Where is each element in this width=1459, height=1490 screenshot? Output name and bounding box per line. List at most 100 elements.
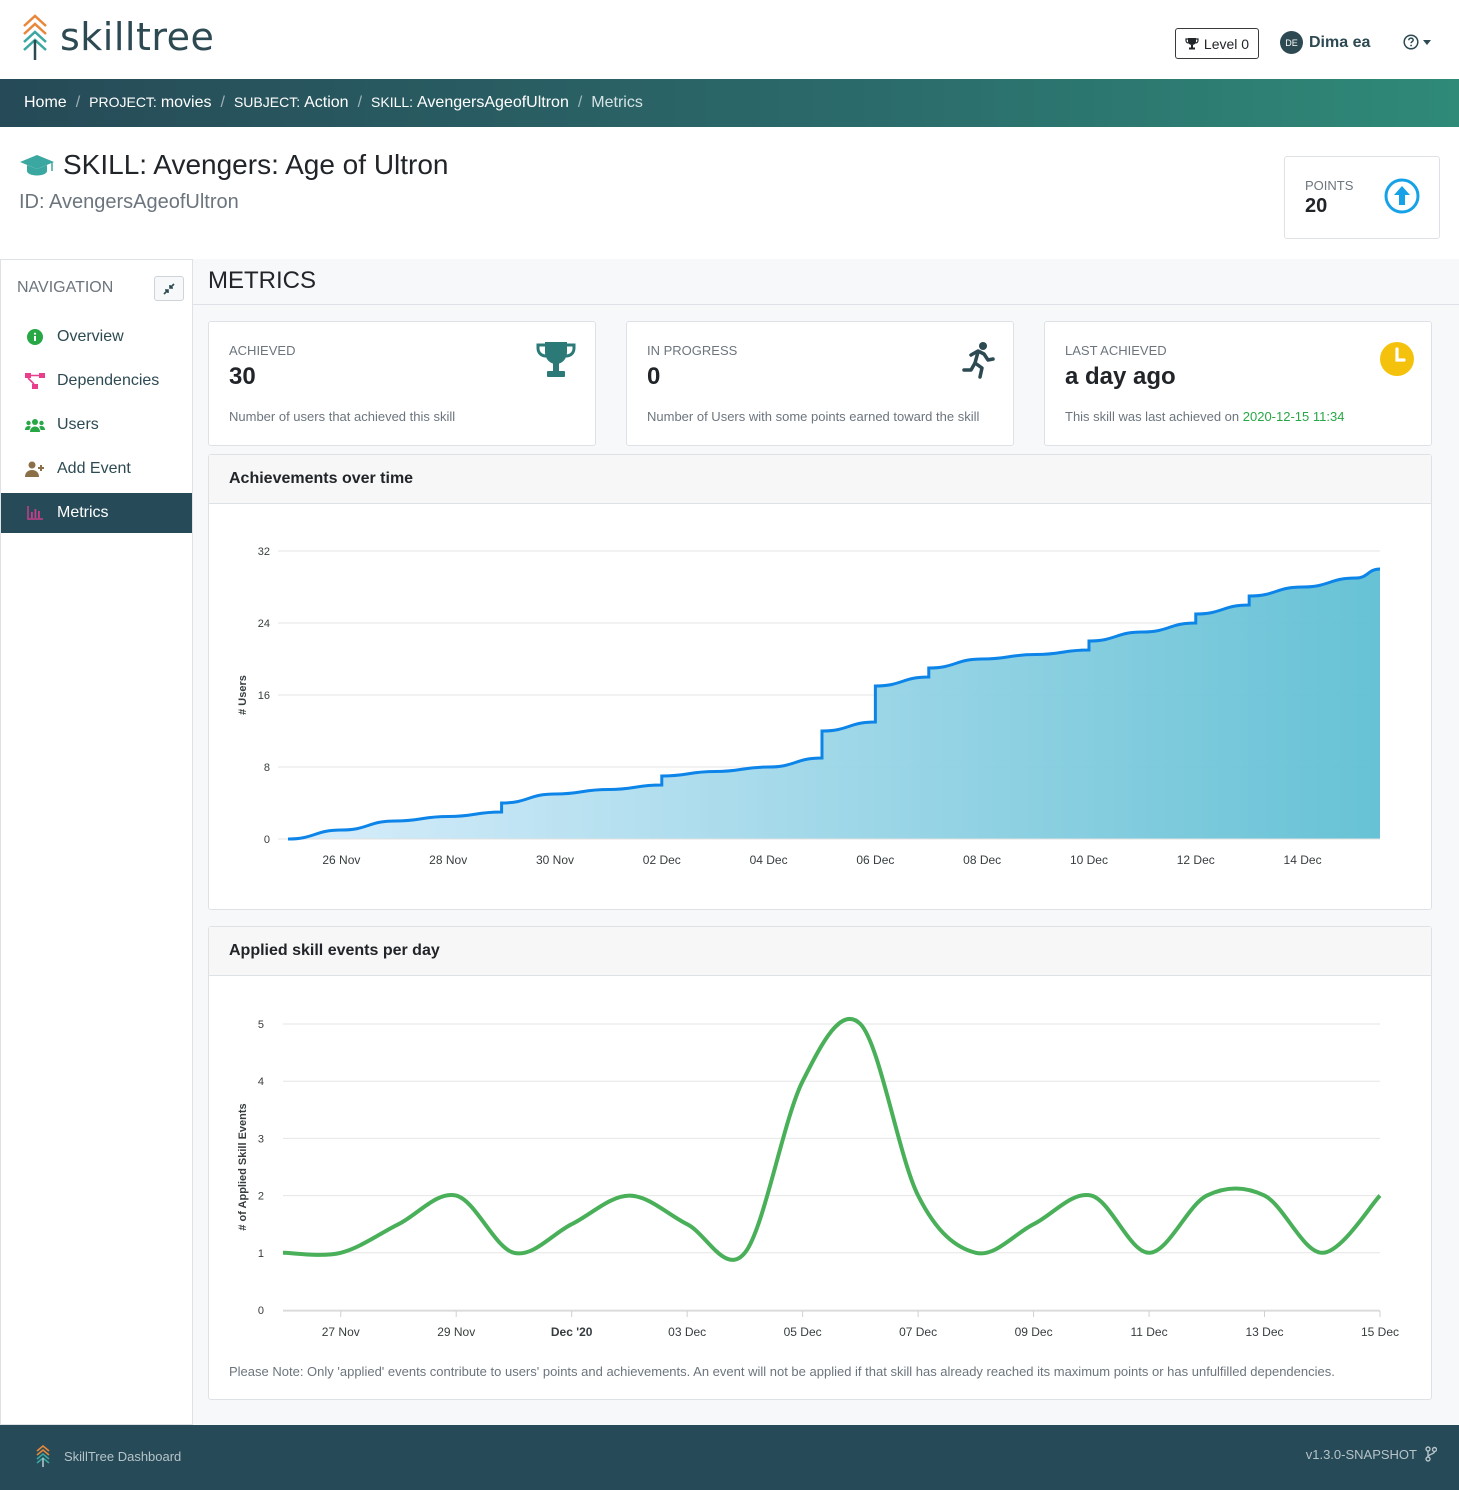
breadcrumb-separator: / [357,94,363,111]
x-tick-label: 14 Dec [1284,853,1322,867]
nav-item-users[interactable]: Users [1,405,192,445]
skilltree-logo[interactable]: skilltree [22,14,214,60]
points-label: Points [1305,178,1354,193]
y-tick-label: 2 [258,1191,264,1203]
achievements-chart: 0 8 16 24 32 # Users 26 Nov 28 Nov 30 Nov 02 Dec 0… [237,546,1381,867]
y-tick-label: 8 [264,762,270,774]
x-tick-label: 10 Dec [1070,853,1108,867]
clock-icon [1380,342,1414,376]
nav-item-dependencies[interactable]: Dependencies [1,361,192,401]
x-tick-label: 11 Dec [1130,1325,1167,1339]
area-fill [288,569,1380,839]
divider [193,304,1459,305]
y-tick-label: 4 [258,1076,264,1088]
skill-id: ID: AvengersAgeofUltron [19,191,239,213]
nav-title: Navigation [17,279,114,296]
events-chart: 0 1 2 3 4 5 # of Applied Skill Events 27 Nov 29 … [237,1016,1399,1339]
x-tick-label: 29 Nov [437,1325,475,1339]
footer: SkillTree Dashboard v1.3.0-SNAPSHOT [0,1425,1459,1490]
version-label: v1.3.0-SNAPSHOT [1305,1446,1417,1462]
events-chart-card: Applied skill events per day 0 1 2 3 4 5 # of … [208,926,1432,1400]
y-tick-label: 16 [258,690,270,702]
breadcrumb-separator: / [577,94,583,111]
level-label: Level 0 [1203,35,1250,52]
nav-item-label: Overview [57,328,124,345]
arrow-circle-up-icon [1384,178,1420,214]
x-tick-label: 26 Nov [322,853,360,867]
x-tick-label: 28 Nov [429,853,467,867]
level-button[interactable]: Level 0 [1175,28,1259,59]
skilltree-logo-icon [36,1445,50,1467]
y-tick-label: 5 [258,1019,264,1031]
question-circle-icon [1403,34,1419,50]
section-title: Metrics [208,267,316,294]
y-tick-label: 32 [258,546,270,558]
page-title: SKILL: Avengers: Age of Ultron [19,149,449,181]
side-navigation: Navigation Overview Dependencies Users A… [0,259,193,1425]
help-menu-button[interactable] [1403,34,1431,50]
achievements-chart-title: Achievements over time [209,455,1431,504]
y-tick-label: 0 [258,1305,264,1317]
x-tick-label: 04 Dec [750,853,788,867]
user-menu[interactable]: DE Dima ea [1280,31,1370,54]
chart-note: Please Note: Only 'applied' events contr… [229,1364,1335,1379]
in-progress-value: 0 [647,363,661,390]
graduation-cap-icon [20,155,54,176]
achievements-chart-card: Achievements over time 0 8 16 24 32 # Users 26… [208,454,1432,910]
x-tick-label: Dec '20 [551,1325,593,1339]
x-tick-label: 09 Dec [1015,1325,1053,1339]
avatar: DE [1280,31,1303,54]
x-tick-label: 02 Dec [643,853,681,867]
nav-item-label: Add Event [57,460,131,477]
last-achieved-description: This skill was last achieved on 2020-12-… [1065,409,1344,424]
collapse-nav-button[interactable] [154,276,184,301]
compress-icon [163,282,175,295]
breadcrumb-skill[interactable]: Skill: AvengersAgeofUltron [371,94,569,112]
breadcrumb-separator: / [220,94,225,111]
x-tick-label: 05 Dec [784,1325,822,1339]
breadcrumb-project-name: movies [160,94,212,111]
nav-item-add-event[interactable]: Add Event [1,449,192,489]
achieved-description: Number of users that achieved this skill [229,409,456,424]
x-tick-label: 27 Nov [322,1325,360,1339]
breadcrumb-home[interactable]: Home [24,94,67,112]
last-achieved-description-prefix: This skill was last achieved on [1065,409,1243,424]
breadcrumb-subject-prefix: Subject: [233,94,301,110]
breadcrumb-skill-prefix: Skill: [371,94,414,110]
points-card: Points 20 [1284,156,1440,239]
points-value: 20 [1305,195,1328,217]
x-tick-label: 15 Dec [1361,1325,1399,1339]
last-achieved-date: 2020-12-15 11:34 [1242,409,1345,424]
nav-item-metrics[interactable]: Metrics [1,493,192,533]
trophy-icon [536,342,576,377]
in-progress-description: Number of Users with some points earned … [647,409,980,424]
caret-down-icon [1423,39,1431,45]
breadcrumb-current: Metrics [591,94,643,111]
y-tick-label: 1 [258,1248,264,1260]
x-tick-label: 13 Dec [1246,1325,1284,1339]
nav-item-overview[interactable]: Overview [1,317,192,357]
x-tick-label: 30 Nov [536,853,574,867]
info-circle-icon [25,329,45,345]
series-line [282,1016,1382,1262]
skill-title-text: SKILL: Avengers: Age of Ultron [63,149,449,180]
nav-item-label: Dependencies [57,372,160,389]
breadcrumb-project[interactable]: Project: movies [89,94,211,112]
x-tick-label: 07 Dec [899,1325,937,1339]
last-achieved-value: a day ago [1065,363,1176,390]
y-axis-label: # Users [237,675,249,715]
breadcrumb-subject[interactable]: Subject: Action [234,94,349,112]
nav-item-label: Metrics [57,504,109,521]
code-branch-icon[interactable] [1425,1446,1437,1462]
breadcrumb-project-prefix: Project: [89,94,157,110]
footer-brand: SkillTree Dashboard [36,1445,181,1467]
y-tick-label: 3 [258,1133,264,1145]
logo-text: skilltree [60,15,215,59]
chart-bar-icon [25,506,45,520]
y-tick-label: 24 [258,618,270,630]
in-progress-card: In Progress 0 Number of Users with some … [626,321,1014,446]
breadcrumb-separator: / [75,94,81,111]
top-header: skilltree Level 0 DE Dima ea [0,0,1459,79]
events-chart-title: Applied skill events per day [209,927,1431,976]
x-tick-label: 06 Dec [856,853,894,867]
